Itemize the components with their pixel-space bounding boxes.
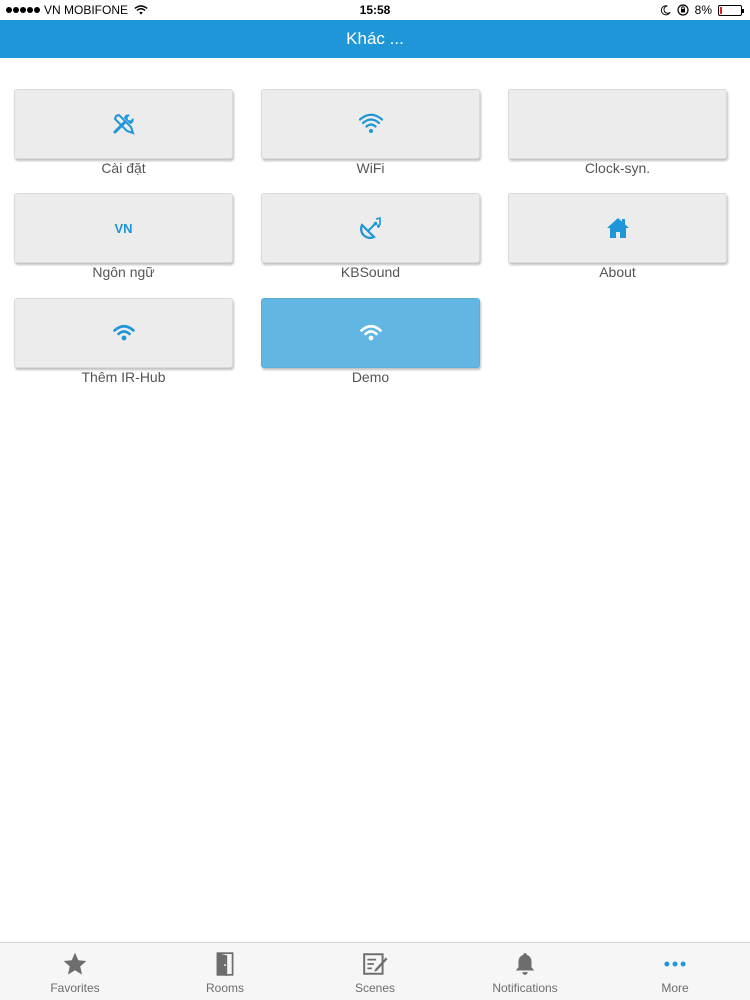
moon-icon [660,4,671,15]
wifi-hub-icon [111,320,137,346]
door-icon [216,952,234,976]
satellite-dish-icon [358,215,384,241]
tile-wifi-button[interactable] [261,89,480,159]
tile-add-ir-hub-label: Thêm IR-Hub [81,369,166,385]
wifi-hub-icon [358,320,384,346]
tile-about-button[interactable] [508,193,727,263]
tile-demo[interactable]: Demo [261,298,480,385]
tab-more-label: More [661,981,689,995]
tile-add-ir-hub[interactable]: Thêm IR-Hub [14,298,233,385]
tab-bar: Favorites Rooms Scenes Notifications Mor… [0,942,750,1000]
vn-language-icon: VN [114,220,133,236]
tab-scenes[interactable]: Scenes [300,943,450,1000]
battery-fill [720,6,722,14]
tab-notifications[interactable]: Notifications [450,943,600,1000]
tile-clock-sync-button[interactable] [508,89,727,159]
tile-demo-button[interactable] [261,298,480,368]
tab-notifications-label: Notifications [492,981,558,995]
tile-clock-sync[interactable]: Clock-syn. [508,89,727,176]
battery-icon [718,4,744,16]
page-header: Khác ... [0,20,750,58]
tile-kbsound-button[interactable] [261,193,480,263]
tab-rooms-label: Rooms [205,981,244,995]
tile-settings-label: Cài đặt [101,160,146,176]
status-right: 8% [660,3,744,17]
tools-icon [111,111,137,137]
tile-kbsound[interactable]: KBSound [261,193,480,280]
tile-language-label: Ngôn ngữ [92,264,155,280]
tile-about[interactable]: About [508,193,727,280]
tile-settings-button[interactable] [14,89,233,159]
tile-kbsound-label: KBSound [340,264,401,280]
page-title: Khác ... [346,29,404,48]
tile-wifi[interactable]: WiFi [261,89,480,176]
tab-scenes-label: Scenes [354,981,396,995]
tab-rooms[interactable]: Rooms [150,943,300,1000]
tile-clock-sync-label: Clock-syn. [584,160,651,176]
tile-demo-label: Demo [351,369,390,385]
wifi-icon [358,111,384,137]
bell-icon [515,953,535,975]
battery-percent: 8% [694,3,712,17]
tile-language[interactable]: VN Ngôn ngữ [14,193,233,280]
more-icon [664,961,686,967]
star-icon [63,952,87,975]
rotation-lock-icon [677,4,689,16]
tab-more[interactable]: More [600,943,750,1000]
tile-language-button[interactable]: VN [14,193,233,263]
tile-settings[interactable]: Cài đặt [14,89,233,176]
status-time: 15:58 [359,3,391,17]
home-icon [605,215,631,241]
tab-favorites-label: Favorites [50,981,100,995]
tile-about-label: About [599,264,636,280]
tile-wifi-label: WiFi [356,160,385,176]
tile-add-ir-hub-button[interactable] [14,298,233,368]
status-bar: VN MOBIFONE 15:58 8% [0,0,750,20]
scenes-icon [363,953,388,975]
tab-favorites[interactable]: Favorites [0,943,150,1000]
